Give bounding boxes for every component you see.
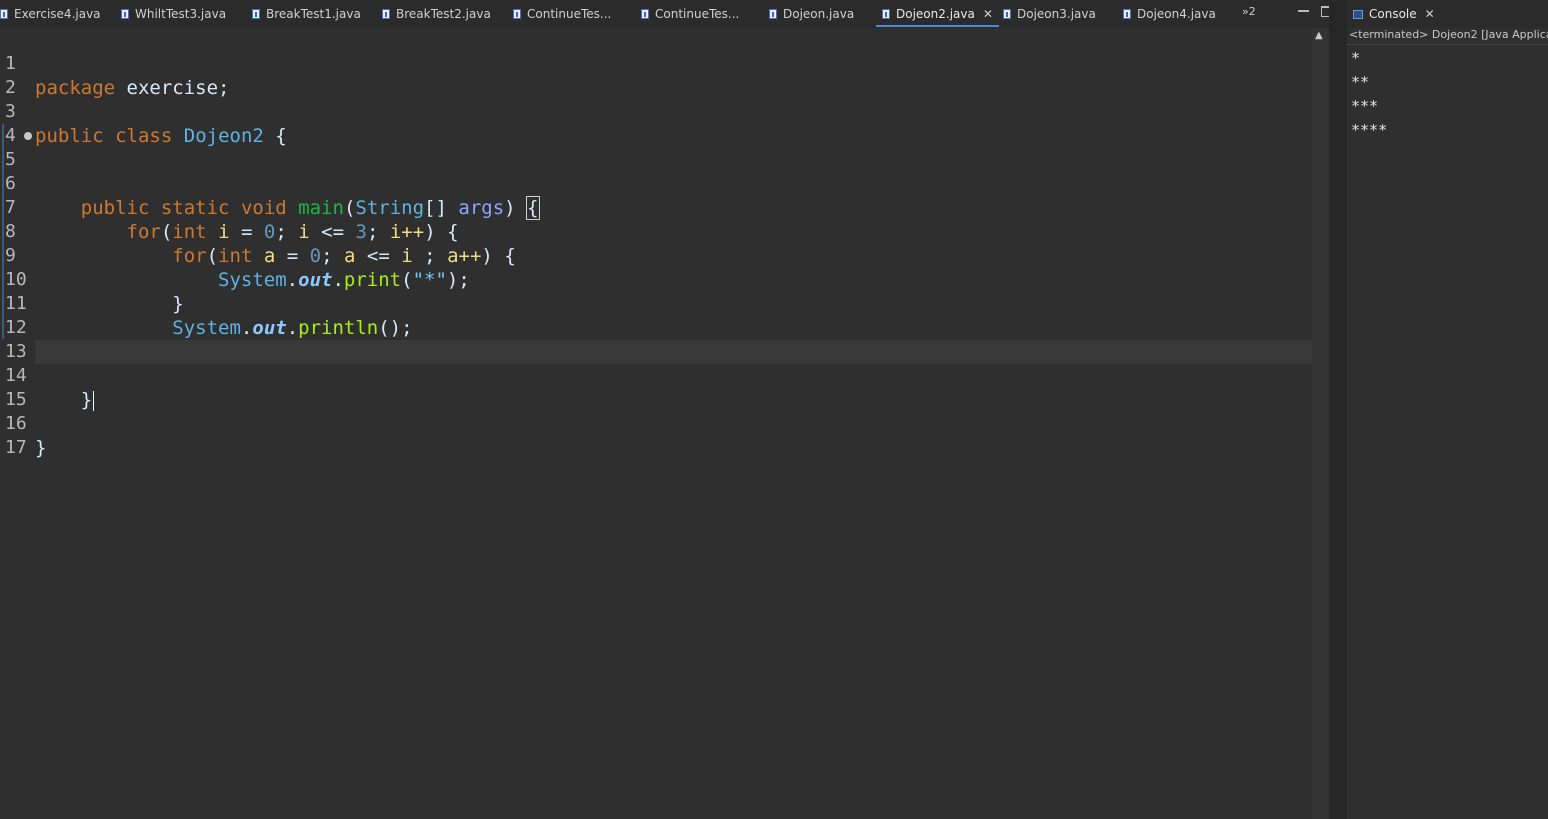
tab-breaktest2[interactable]: BreakTest2.java — [382, 0, 491, 28]
console-output-line: * — [1351, 49, 1361, 67]
console-icon — [1353, 9, 1363, 19]
editor-scrollbar[interactable]: ▲ — [1312, 28, 1329, 819]
java-file-icon — [121, 9, 129, 19]
code-line: 17 — [0, 412, 1312, 458]
code-line: 6 — [0, 148, 1312, 194]
code-line: 8 for(int a = 0; a <= i ; a++) { — [0, 196, 1312, 267]
tab-dojeon2[interactable]: Dojeon2.java ✕ — [876, 0, 999, 28]
scroll-up-icon[interactable]: ▲ — [1315, 30, 1323, 41]
java-file-icon — [252, 9, 260, 19]
tab-whilttest3[interactable]: WhiltTest3.java — [121, 0, 226, 28]
console-output-line: ** — [1351, 73, 1370, 91]
code-editor[interactable]: 1 package exercise; 2 3 public class Doj… — [0, 28, 1312, 819]
code-line: 11 System.out.println(); — [0, 268, 1312, 339]
code-line: 13 — [0, 316, 1312, 362]
tab-continuetest-a[interactable]: ContinueTes... — [513, 0, 611, 28]
editor-tab-bar: Exercise4.java WhiltTest3.java BreakTest… — [0, 0, 1340, 28]
java-file-icon — [769, 9, 777, 19]
tab-dojeon3[interactable]: Dojeon3.java — [1003, 0, 1096, 28]
code-line: 9 System.out.print("*"); — [0, 220, 1312, 291]
java-file-icon — [641, 9, 649, 19]
java-file-icon — [513, 9, 521, 19]
fold-toggle-icon[interactable] — [24, 132, 32, 140]
code-line: 10 } — [0, 244, 1312, 315]
minimize-icon[interactable] — [1298, 10, 1309, 13]
tab-dojeon4[interactable]: Dojeon4.java — [1123, 0, 1216, 28]
console-output-line: **** — [1351, 121, 1388, 139]
console-status: <terminated> Dojeon2 [Java Applicat — [1349, 28, 1548, 41]
code-line: 7 for(int i = 0; i <= 3; i++) { — [0, 172, 1312, 243]
close-icon[interactable]: ✕ — [983, 7, 993, 21]
code-line: 16 } — [0, 388, 1312, 459]
tab-breaktest1[interactable]: BreakTest1.java — [252, 0, 361, 28]
code-line: 3 public class Dojeon2 { — [0, 76, 1312, 147]
tab-exercise4[interactable]: Exercise4.java — [0, 0, 101, 28]
java-file-icon — [0, 9, 8, 19]
tab-console[interactable]: Console ✕ — [1353, 0, 1435, 28]
code-line: 12 } — [0, 292, 1312, 363]
tab-continuetest-b[interactable]: ContinueTes... — [641, 0, 739, 28]
close-icon[interactable]: ✕ — [1425, 7, 1435, 21]
code-line: 4 — [0, 100, 1312, 146]
console-view: Console ✕ <terminated> Dojeon2 [Java App… — [1347, 0, 1548, 819]
console-tab-label: Console — [1369, 7, 1417, 21]
divider — [1347, 44, 1548, 45]
code-line: 2 — [0, 52, 1312, 98]
code-line: 14 } — [0, 340, 1312, 411]
code-line: 5 public static void main(String[] args)… — [0, 124, 1312, 220]
pane-divider[interactable] — [1329, 0, 1347, 819]
java-file-icon — [882, 9, 890, 19]
tab-overflow-button[interactable]: »2 — [1242, 5, 1256, 18]
java-file-icon — [1003, 9, 1011, 19]
code-line: 1 package exercise; — [0, 28, 1312, 99]
line-number: 17 — [5, 437, 27, 458]
java-file-icon — [382, 9, 390, 19]
tab-dojeon[interactable]: Dojeon.java — [769, 0, 854, 28]
java-file-icon — [1123, 9, 1131, 19]
console-tab-bar: Console ✕ — [1347, 0, 1548, 28]
console-output-line: *** — [1351, 97, 1379, 115]
code-line: 15 — [0, 364, 1312, 410]
